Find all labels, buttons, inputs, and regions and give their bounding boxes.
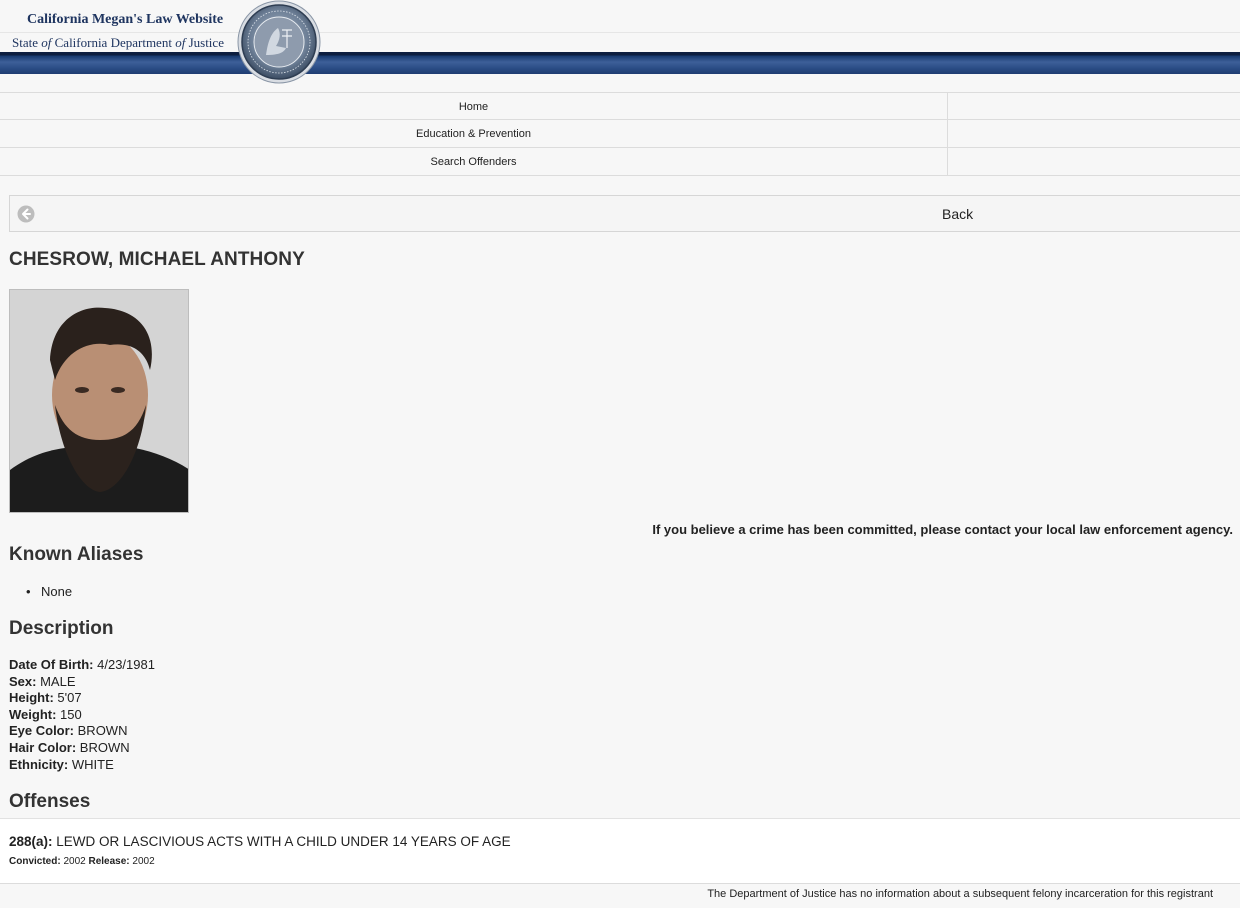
offense-title: 288(a): LEWD OR LASCIVIOUS ACTS WITH A C… — [9, 834, 511, 849]
photo-placeholder — [10, 290, 188, 512]
offense-code: 288(a): — [9, 834, 53, 849]
field-height: Height: 5'07 — [9, 690, 155, 707]
arrow-left-circle-icon[interactable] — [17, 205, 35, 223]
convicted-year: 2002 — [63, 856, 86, 867]
header-blue-bar — [0, 52, 1240, 74]
back-label[interactable]: Back — [942, 206, 973, 222]
field-label: Date Of Birth: — [9, 657, 94, 672]
back-button[interactable]: Back — [9, 195, 1240, 232]
incarceration-note: The Department of Justice has no informa… — [707, 888, 1213, 900]
release-year: 2002 — [132, 856, 155, 867]
offense-text: LEWD OR LASCIVIOUS ACTS WITH A CHILD UND… — [56, 834, 511, 849]
field-eye-color: Eye Color: BROWN — [9, 723, 155, 740]
nav-row: Search Offenders — [0, 148, 1240, 176]
law-enforcement-notice: If you believe a crime has been committe… — [652, 522, 1233, 537]
description-fields: Date Of Birth: 4/23/1981 Sex: MALE Heigh… — [9, 657, 155, 773]
field-label: Sex: — [9, 673, 37, 689]
subtitle-part: of — [175, 35, 186, 50]
nav-item-search-offenders[interactable]: Search Offenders — [0, 148, 948, 175]
field-value: 5'07 — [57, 690, 82, 706]
field-date-of-birth: Date Of Birth: 4/23/1981 — [9, 657, 155, 674]
offense-item: 288(a): LEWD OR LASCIVIOUS ACTS WITH A C… — [0, 818, 1240, 884]
field-label: Height: — [9, 690, 54, 706]
description-heading: Description — [9, 618, 114, 639]
nav-item-education-prevention[interactable]: Education & Prevention — [0, 120, 948, 147]
field-hair-color: Hair Color: BROWN — [9, 740, 155, 757]
state-seal-icon[interactable] — [236, 0, 322, 84]
nav-item-home[interactable]: Home — [0, 93, 948, 120]
field-label: Weight: — [9, 706, 57, 722]
header-divider — [0, 32, 1240, 33]
subtitle-part: Justice — [185, 35, 224, 50]
known-aliases-heading: Known Aliases — [9, 544, 144, 565]
field-value: WHITE — [71, 756, 114, 772]
release-label: Release: — [88, 856, 130, 867]
offender-photo — [9, 289, 189, 513]
field-value: 150 — [60, 706, 82, 722]
field-value: BROWN — [77, 723, 128, 739]
main-nav: Home Education & Prevention Search Offen… — [0, 92, 1240, 176]
offenses-heading: Offenses — [9, 791, 91, 812]
field-label: Hair Color: — [9, 739, 77, 755]
list-item: None — [26, 584, 72, 599]
alias-list: None — [26, 584, 72, 599]
field-weight: Weight: 150 — [9, 707, 155, 724]
subtitle-part: State — [12, 35, 42, 50]
nav-row: Education & Prevention — [0, 120, 1240, 148]
field-value: MALE — [40, 673, 76, 689]
field-value: 4/23/1981 — [97, 657, 155, 672]
subtitle-part: of — [41, 35, 52, 50]
subtitle-part: California Department — [51, 35, 176, 50]
offense-dates: Convicted: 2002 Release: 2002 — [9, 856, 155, 867]
field-value: BROWN — [79, 739, 130, 755]
field-ethnicity: Ethnicity: WHITE — [9, 757, 155, 774]
field-label: Eye Color: — [9, 723, 75, 739]
convicted-label: Convicted: — [9, 856, 61, 867]
field-label: Ethnicity: — [9, 756, 69, 772]
offender-name: CHESROW, MICHAEL ANTHONY — [9, 249, 305, 270]
field-sex: Sex: MALE — [9, 674, 155, 691]
site-subtitle: State of California Department of Justic… — [12, 35, 224, 51]
site-header: California Megan's Law Website State of … — [0, 0, 1240, 88]
site-title[interactable]: California Megan's Law Website — [27, 12, 223, 28]
nav-row: Home — [0, 92, 1240, 120]
